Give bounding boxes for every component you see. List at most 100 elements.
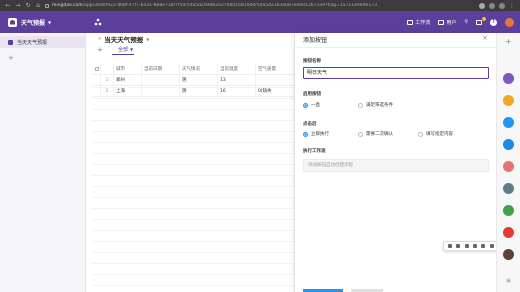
add-button-panel: 添加按钮 × 按钮名称 明日天气 启用按钮 一直 满足筛选条件 点击后 立即执行… — [294, 33, 497, 292]
photo-avatar-icon[interactable] — [503, 249, 514, 260]
tab-all[interactable]: 全部 ▼ — [112, 46, 134, 55]
users-icon — [438, 19, 445, 25]
pink-avatar-icon[interactable] — [503, 161, 514, 172]
cell-city[interactable]: 上海 — [114, 85, 142, 97]
app-name[interactable]: 天气预报 — [21, 18, 45, 27]
click-option-fill[interactable]: 填写指定内容 — [418, 131, 453, 137]
back-icon[interactable]: ← — [5, 2, 11, 9]
click-option-confirm[interactable]: 需要二次确认 — [358, 131, 393, 137]
row-checkbox[interactable] — [92, 74, 101, 86]
lock-icon — [45, 3, 49, 8]
radio-selected-icon — [303, 102, 308, 108]
after-click-label: 点击后 — [303, 122, 317, 127]
workflow-button[interactable]: 工作流 — [407, 19, 430, 26]
worksheet-main: « 当天天气预报 ▼ + 全部 ▼ 城市 当前日期 天气情况 当前温度 空气质量… — [86, 33, 294, 292]
link-icon[interactable] — [473, 244, 478, 248]
collapse-sidebar-icon[interactable]: « — [98, 36, 101, 42]
gear-icon[interactable] — [489, 244, 494, 248]
column-header-date[interactable]: 当前日期 — [142, 63, 180, 75]
active-tab-underline — [112, 54, 134, 55]
click-option-execute[interactable]: 立即执行 — [303, 131, 329, 137]
right-dock: + ▣ — [496, 33, 520, 292]
window-icon[interactable] — [448, 244, 453, 248]
close-icon[interactable]: × — [482, 34, 488, 42]
cell-city[interactable]: 郑州 — [114, 74, 142, 86]
users-label: 用户 — [446, 19, 457, 26]
button-name-label: 按钮名称 — [303, 59, 321, 64]
arrow-icon[interactable] — [464, 244, 469, 248]
blue-chat-icon[interactable] — [503, 139, 514, 150]
more-icon[interactable]: ▣ — [504, 278, 513, 287]
notification-count: 3 — [481, 16, 486, 21]
table-row[interactable]: 1 郑州 阴 13 — [92, 74, 294, 86]
table-header: 城市 当前日期 天气情况 当前温度 空气质量 — [92, 63, 294, 75]
pencil-icon[interactable] — [481, 244, 486, 248]
star-icon[interactable] — [479, 2, 485, 9]
menu-icon[interactable]: ⋮ — [509, 2, 515, 9]
move-icon[interactable] — [456, 244, 461, 248]
chevron-down-icon[interactable]: ▼ — [48, 20, 51, 25]
user-avatar[interactable] — [505, 17, 514, 27]
extension-icon[interactable] — [489, 2, 495, 9]
profile-icon[interactable] — [499, 2, 505, 9]
column-header-air[interactable]: 空气质量 — [256, 64, 294, 75]
add-view-button[interactable]: + — [97, 46, 103, 54]
enable-option-filter[interactable]: 满足筛选条件 — [358, 102, 393, 108]
workflow-label: 工作流 — [415, 19, 431, 26]
radio-icon — [358, 102, 363, 108]
add-icon[interactable]: + — [503, 36, 514, 47]
worksheet-title-bar: « 当天天气预报 ▼ — [98, 34, 149, 44]
row-checkbox[interactable] — [92, 85, 101, 97]
enable-option-always[interactable]: 一直 — [303, 102, 320, 108]
data-table: 城市 当前日期 天气情况 当前温度 空气质量 1 郑州 阴 13 2 上海 阴 … — [92, 63, 294, 97]
cell-temp[interactable]: 16 — [218, 85, 256, 97]
button-name-input[interactable]: 明日天气 — [303, 67, 489, 79]
help-icon[interactable]: ? — [490, 18, 497, 26]
structure-icon[interactable] — [94, 18, 102, 26]
red-app-icon[interactable] — [503, 227, 514, 238]
search-icon[interactable]: ⚲ — [464, 19, 468, 25]
forward-icon[interactable]: → — [15, 2, 21, 9]
green-check-icon[interactable] — [503, 205, 514, 216]
home-icon[interactable]: ⌂ — [35, 2, 41, 9]
cell-air[interactable] — [256, 75, 294, 86]
radio-selected-icon — [303, 131, 308, 137]
url-path: /app/3ed0f922-d68f-47f7-b5a1-8b8e73af7f5… — [82, 3, 377, 8]
purple-app-icon[interactable] — [503, 73, 514, 84]
orange-app-icon[interactable] — [503, 95, 514, 106]
add-worksheet-button[interactable]: + — [8, 54, 85, 62]
option-label: 填写指定内容 — [426, 132, 453, 137]
chevron-down-icon[interactable]: ▼ — [146, 37, 149, 42]
workflow-icon — [407, 19, 414, 25]
workflow-label: 执行工作流 — [303, 149, 326, 154]
table-row[interactable]: 2 上海 阴 16 0(缺失 — [92, 85, 294, 97]
column-header-temp[interactable]: 当前温度 — [218, 63, 256, 75]
row-number: 1 — [101, 74, 114, 86]
cell-air[interactable]: 0(缺失 — [256, 86, 294, 97]
select-all-checkbox[interactable] — [92, 63, 101, 75]
cell-weather[interactable]: 阴 — [180, 85, 218, 97]
notification-button[interactable]: 3 — [476, 16, 486, 25]
app-header: 天气预报 ▼ 工作流 用户 ⚲ 3 ? — [0, 11, 520, 33]
worksheet-sidebar: 当天天气预报 + — [0, 33, 86, 292]
workflow-input[interactable]: 添加按钮自动创建流程 — [303, 159, 489, 172]
grid-background — [92, 87, 294, 292]
app-logo-icon[interactable] — [8, 17, 17, 27]
address-bar[interactable]: mingdao.com/app/3ed0f922-d68f-47f7-b5a1-… — [45, 3, 475, 8]
sidebar-item-weather[interactable]: 当天天气预报 — [0, 36, 85, 48]
option-label: 需要二次确认 — [366, 132, 393, 137]
column-header-city[interactable]: 城市 — [114, 63, 142, 75]
reload-icon[interactable]: ↻ — [25, 2, 31, 9]
cell-date[interactable] — [142, 74, 180, 86]
blue-app-icon[interactable] — [503, 117, 514, 128]
row-number: 2 — [101, 85, 114, 97]
chevron-down-icon: ▼ — [130, 47, 134, 52]
panel-divider — [295, 47, 497, 48]
users-button[interactable]: 用户 — [438, 19, 456, 26]
gray-app-icon[interactable] — [503, 183, 514, 194]
cell-weather[interactable]: 阴 — [180, 74, 218, 86]
bell-icon — [476, 19, 482, 25]
cell-date[interactable] — [142, 85, 180, 97]
column-header-weather[interactable]: 天气情况 — [180, 63, 218, 75]
cell-temp[interactable]: 13 — [218, 74, 256, 86]
